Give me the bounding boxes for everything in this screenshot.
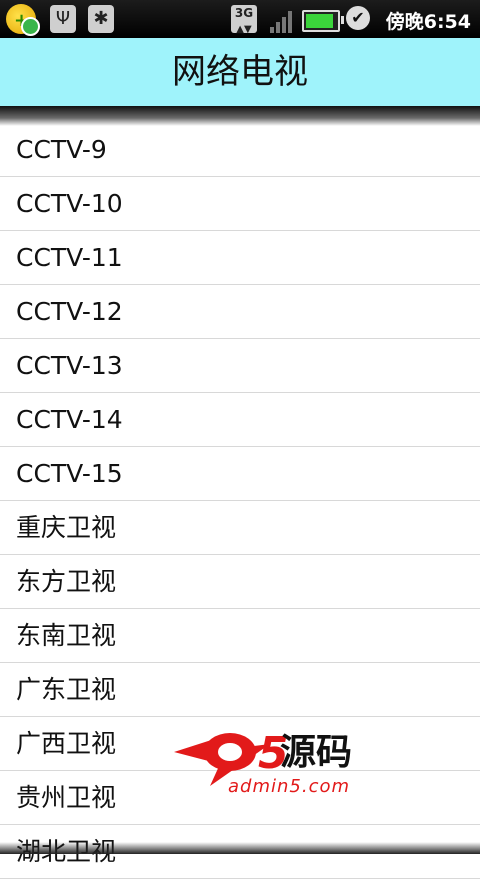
channel-name: CCTV-11 <box>16 243 123 272</box>
battery-icon <box>302 10 344 32</box>
channel-name: CCTV-12 <box>16 297 123 326</box>
signal-icon <box>270 5 294 33</box>
bottom-edge-fade <box>0 842 480 854</box>
channel-list-item[interactable]: CCTV-15 <box>0 447 480 501</box>
channel-name: 广西卫视 <box>16 729 117 758</box>
battery-fill <box>306 14 333 28</box>
channel-list-item[interactable]: 重庆卫视 <box>0 501 480 555</box>
status-bar: + Ψ ✱ 3G ▲▼ ✔ 傍晚6:54 <box>0 0 480 38</box>
channel-list-item[interactable]: CCTV-10 <box>0 177 480 231</box>
channel-list-item[interactable]: 东方卫视 <box>0 555 480 609</box>
channel-list-item[interactable]: CCTV-12 <box>0 285 480 339</box>
watermark-url: admin5.com <box>228 776 350 797</box>
channel-list-item[interactable]: CCTV-14 <box>0 393 480 447</box>
status-clock: 傍晚6:54 <box>385 11 471 33</box>
channel-name: CCTV-15 <box>16 459 123 488</box>
app-notification-icon[interactable]: + <box>6 4 40 36</box>
channel-list-item[interactable]: CCTV-9 <box>0 123 480 177</box>
channel-name: 贵州卫视 <box>16 783 117 812</box>
channel-name: 东方卫视 <box>16 567 117 596</box>
network-3g-icon: 3G ▲▼ <box>231 5 257 35</box>
channel-list-item[interactable]: CCTV-13 <box>0 339 480 393</box>
watermark-logo: 5 源码 admin5.com <box>174 728 352 797</box>
title-bar: 网络电视 <box>0 38 480 106</box>
channel-name: CCTV-9 <box>16 135 107 164</box>
channel-name: 广东卫视 <box>16 675 117 704</box>
channel-name: CCTV-14 <box>16 405 123 434</box>
debug-bug-icon[interactable]: ✱ <box>88 5 114 33</box>
alarm-icon: ✔ <box>346 6 370 30</box>
channel-name: 重庆卫视 <box>16 513 117 542</box>
channel-name: 东南卫视 <box>16 621 117 650</box>
usb-icon[interactable]: Ψ <box>50 5 76 33</box>
channel-name: CCTV-10 <box>16 189 123 218</box>
watermark-brand: 源码 <box>280 732 352 773</box>
channel-list-item[interactable]: 东南卫视 <box>0 609 480 663</box>
channel-name: CCTV-13 <box>16 351 123 380</box>
channel-list-item[interactable]: CCTV-11 <box>0 231 480 285</box>
page-title: 网络电视 <box>172 52 308 92</box>
